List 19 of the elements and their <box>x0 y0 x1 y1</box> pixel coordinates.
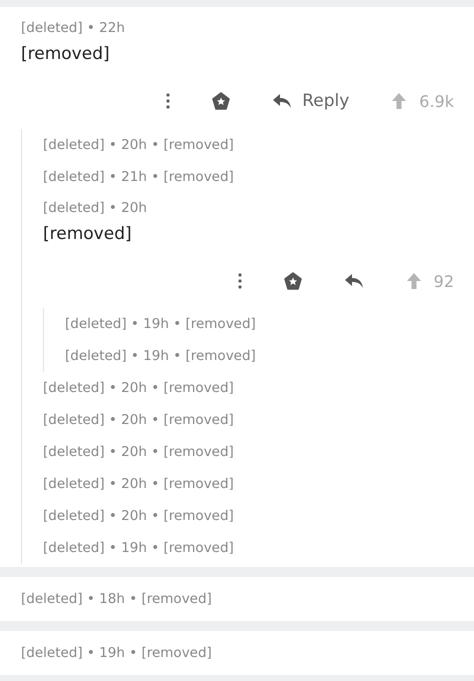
collapsed-comment[interactable]: [deleted] • 18h • [removed] <box>21 583 454 615</box>
collapsed-comment[interactable]: [deleted] • 20h • [removed] <box>43 372 454 404</box>
comment-meta: [deleted] • 20h <box>43 199 148 218</box>
collapsed-comment[interactable]: [deleted] • 20h • [removed] <box>43 404 454 436</box>
vote-score: 6.9k <box>419 92 454 110</box>
comment-body: [removed] <box>43 223 133 246</box>
collapsed-comment[interactable]: [deleted] • 20h • [removed] <box>43 500 454 532</box>
collapsed-comment[interactable]: [deleted] • 19h • [removed] <box>43 532 454 564</box>
collapsed-comment[interactable]: [deleted] • 19h • [removed] <box>65 308 454 340</box>
collapsed-comment[interactable]: [deleted] • 19h • [removed] <box>65 340 454 372</box>
collapsed-comment[interactable]: [deleted] • 20h • [removed] <box>43 468 454 500</box>
collapsed-comment[interactable]: [deleted] • 20h • [removed] <box>43 436 454 468</box>
reply-button[interactable]: Reply <box>266 87 356 115</box>
comment-meta: [deleted] • 22h <box>21 19 126 38</box>
collapsed-comment[interactable]: [deleted] • 21h • [removed] <box>43 161 454 193</box>
vote-score: 92 <box>434 272 454 290</box>
collapsed-comment[interactable]: [deleted] • 20h • [removed] <box>43 129 454 161</box>
collapsed-comment[interactable]: [deleted] • 19h • [removed] <box>21 637 454 669</box>
comment-body: [removed] <box>21 43 111 66</box>
